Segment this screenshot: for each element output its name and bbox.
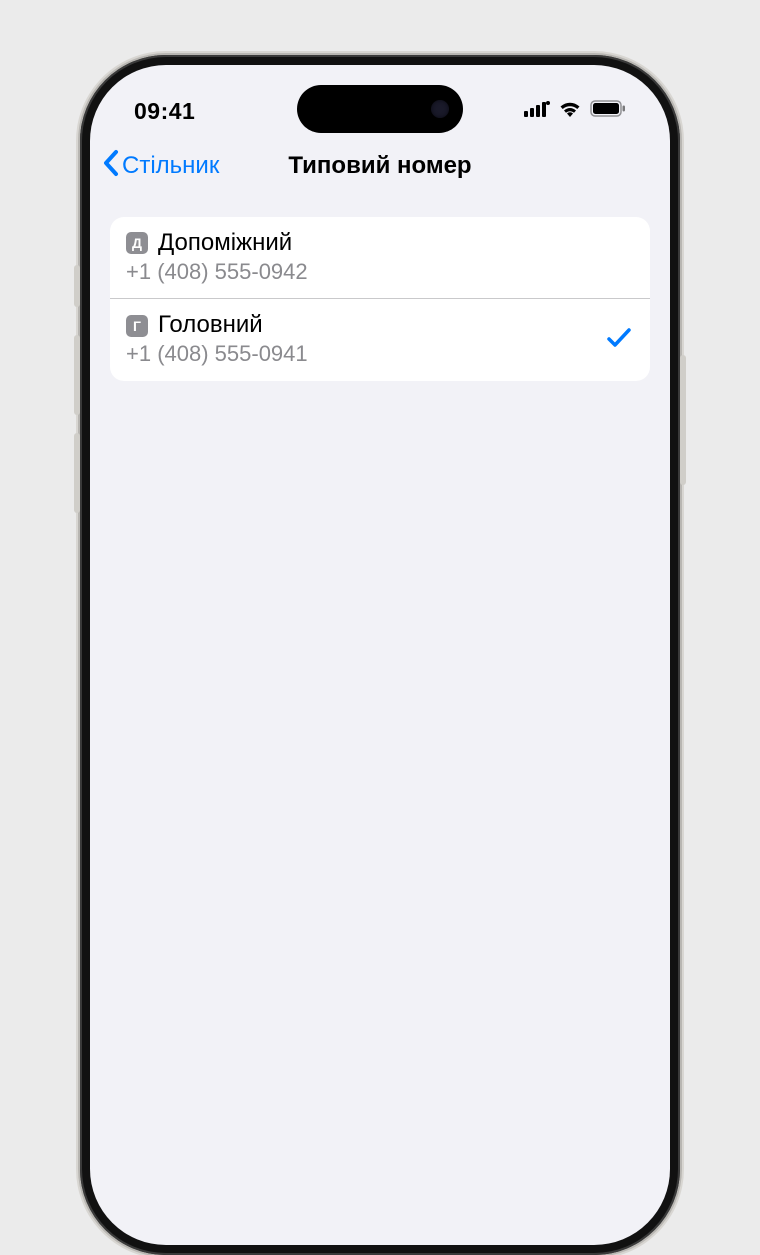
screen: 09:41	[90, 65, 670, 1245]
chevron-left-icon	[102, 149, 120, 184]
checkmark-icon	[606, 325, 632, 356]
line-badge: Г	[126, 315, 148, 337]
line-badge: Д	[126, 232, 148, 254]
nav-bar: Стільник Типовий номер	[90, 137, 670, 195]
line-row-secondary[interactable]: Д Допоміжний +1 (408) 555-0942	[110, 217, 650, 298]
line-number: +1 (408) 555-0942	[126, 258, 632, 287]
status-icons	[524, 100, 626, 123]
back-label: Стільник	[122, 152, 219, 180]
volume-up-button	[74, 335, 80, 415]
line-name: Допоміжний	[158, 229, 292, 258]
back-button[interactable]: Стільник	[102, 149, 219, 184]
power-button	[680, 355, 686, 485]
content: Д Допоміжний +1 (408) 555-0942 Г Головни…	[90, 195, 670, 403]
line-row-main: Д Допоміжний +1 (408) 555-0942	[126, 229, 632, 286]
line-name: Головний	[158, 311, 263, 340]
volume-down-button	[74, 433, 80, 513]
battery-icon	[590, 100, 626, 122]
line-row-main: Г Головний +1 (408) 555-0941	[126, 311, 606, 368]
status-time: 09:41	[134, 98, 195, 125]
phone-frame: 09:41	[80, 55, 680, 1255]
camera-dot	[431, 100, 449, 118]
line-row-primary[interactable]: Г Головний +1 (408) 555-0941	[110, 298, 650, 380]
line-number: +1 (408) 555-0941	[126, 340, 606, 369]
line-list: Д Допоміжний +1 (408) 555-0942 Г Головни…	[110, 217, 650, 381]
wifi-icon	[558, 100, 582, 123]
silent-switch	[74, 265, 80, 307]
cellular-icon	[524, 101, 550, 122]
dynamic-island	[297, 85, 463, 133]
page-title: Типовий номер	[288, 152, 471, 180]
